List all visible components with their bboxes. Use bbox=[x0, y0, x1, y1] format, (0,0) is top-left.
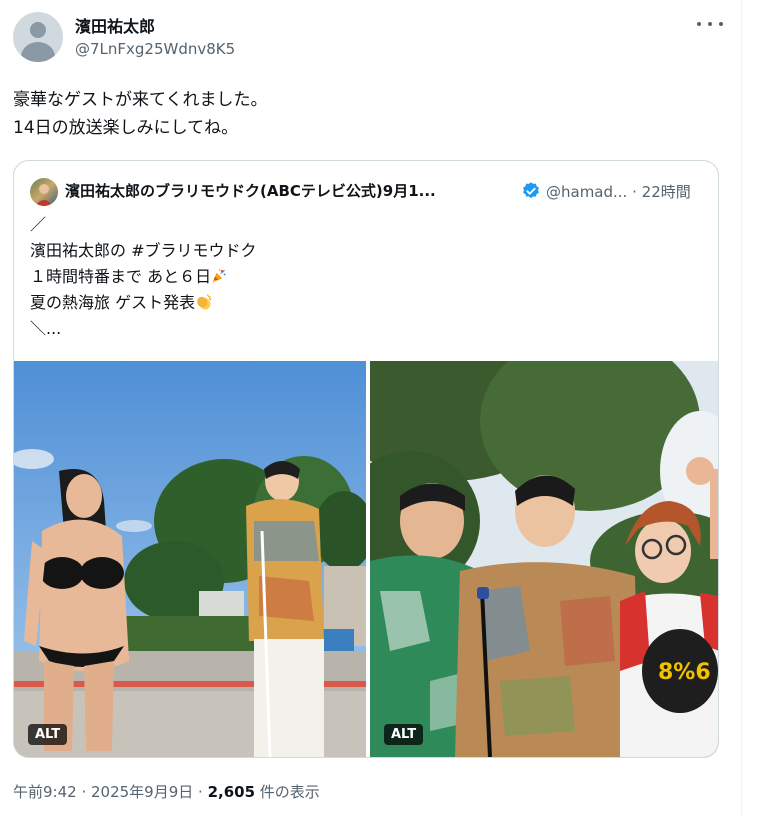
quoted-author-name[interactable]: 濱田祐太郎のブラリモウドク(ABCテレビ公式)9月1... bbox=[65, 180, 436, 201]
quoted-line-3: １時間特番まで あと６日 bbox=[30, 267, 212, 286]
verified-badge-icon bbox=[523, 182, 539, 199]
default-avatar-body-icon bbox=[21, 42, 55, 62]
default-avatar-head-icon bbox=[30, 22, 46, 38]
quoted-separator: · bbox=[632, 183, 637, 201]
quoted-avatar[interactable] bbox=[30, 178, 58, 206]
quoted-time[interactable]: 22時間 bbox=[642, 183, 691, 201]
alt-badge-1[interactable]: ALT bbox=[28, 724, 68, 745]
tweet-time[interactable]: 午前9:42 bbox=[13, 783, 77, 801]
timeline-border bbox=[741, 0, 742, 816]
quoted-photo-2[interactable]: 8%6 ALT bbox=[370, 361, 718, 757]
view-label: 件の表示 bbox=[255, 783, 320, 801]
svg-text:8%6: 8%6 bbox=[658, 660, 711, 685]
meta-separator: · bbox=[76, 783, 91, 801]
clapping-hands-icon bbox=[197, 294, 212, 310]
quoted-text: ／ 濱田祐太郎の #ブラリモウドク １時間特番まで あと６日 夏の熱海旅 ゲスト… bbox=[30, 212, 257, 342]
quoted-photo-1[interactable]: ALT bbox=[14, 361, 366, 757]
view-count: 2,605 bbox=[207, 783, 256, 801]
quoted-line-2: 濱田祐太郎の #ブラリモウドク bbox=[30, 241, 257, 260]
photo-beach-image bbox=[14, 361, 366, 757]
tweet-text: 豪華なゲストが来てくれました。 14日の放送楽しみにしてね。 bbox=[13, 90, 268, 138]
photo-group-image: 8%6 bbox=[370, 361, 718, 757]
author-name[interactable]: 濱田祐太郎 bbox=[75, 13, 155, 37]
quoted-line-5: ＼... bbox=[30, 319, 62, 338]
quoted-tweet[interactable]: 濱田祐太郎のブラリモウドク(ABCテレビ公式)9月1... @hamad... … bbox=[13, 160, 719, 758]
author-handle[interactable]: @7LnFxg25Wdnv8K5 bbox=[75, 40, 235, 58]
quoted-line-1: ／ bbox=[30, 215, 47, 234]
meta-separator: · bbox=[193, 783, 208, 801]
more-options-icon[interactable] bbox=[697, 16, 723, 32]
quoted-handle[interactable]: @hamad... bbox=[546, 183, 627, 201]
quoted-line-4: 夏の熱海旅 ゲスト発表 bbox=[30, 293, 196, 312]
tweet-date[interactable]: 2025年9月9日 bbox=[91, 783, 193, 801]
quoted-handle-time: @hamad... · 22時間 bbox=[546, 181, 691, 202]
author-avatar[interactable] bbox=[13, 12, 63, 62]
alt-badge-2[interactable]: ALT bbox=[384, 724, 424, 745]
party-popper-icon bbox=[212, 269, 226, 283]
tweet-metadata: 午前9:42 · 2025年9月9日 · 2,605 件の表示 bbox=[13, 781, 320, 802]
